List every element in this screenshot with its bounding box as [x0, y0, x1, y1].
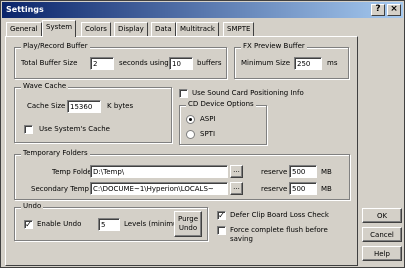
force-flush-checkbox[interactable]	[217, 226, 226, 235]
cache-size-input[interactable]: 15360	[67, 100, 101, 113]
purge-undo-label-line1: Purge	[177, 215, 199, 223]
aspi-label: ASPI	[200, 115, 216, 123]
buffers-label: buffers	[197, 59, 222, 67]
play-record-buffer-legend: Play/Record Buffer	[21, 42, 90, 50]
temp-folder-reserve-label: reserve	[261, 168, 288, 176]
minimum-size-label: Minimum Size	[241, 59, 291, 67]
tab-multitrack[interactable]: Multitrack	[176, 22, 219, 36]
enable-undo-checkbox[interactable]: ✓	[24, 220, 33, 229]
temp-folder-reserve-unit: MB	[321, 168, 332, 176]
use-system-cache-label: Use System's Cache	[39, 125, 110, 133]
tab-general[interactable]: General	[6, 22, 42, 36]
secondary-temp-label: Secondary Temp	[31, 185, 89, 193]
window-title: Settings	[6, 5, 44, 14]
tab-data[interactable]: Data	[151, 22, 176, 36]
temp-folder-reserve-input[interactable]: 500	[289, 165, 317, 178]
cd-device-options-group: CD Device Options ASPI SPTI	[179, 100, 267, 145]
spti-radio[interactable]	[186, 130, 195, 139]
play-record-buffer-group: Play/Record Buffer Total Buffer Size 2 s…	[14, 42, 227, 79]
settings-dialog: Settings ? × General System Colors Displ…	[0, 0, 405, 268]
minimum-size-input[interactable]: 250	[294, 57, 322, 70]
secondary-temp-browse-button[interactable]: ...	[230, 182, 243, 195]
ok-button[interactable]: OK	[362, 208, 402, 223]
wave-cache-group: Wave Cache Cache Size 15360 K bytes Use …	[14, 82, 172, 143]
total-buffer-size-label: Total Buffer Size	[21, 59, 78, 67]
force-flush-label-line2: saving	[230, 235, 253, 243]
undo-levels-input[interactable]: 5	[98, 218, 120, 231]
help-button[interactable]: Help	[362, 246, 402, 261]
undo-legend: Undo	[21, 202, 44, 210]
title-bar: Settings ? ×	[2, 2, 403, 18]
minimum-size-unit: ms	[327, 59, 338, 67]
cd-device-options-legend: CD Device Options	[186, 100, 256, 108]
tab-colors[interactable]: Colors	[81, 22, 111, 36]
help-title-button[interactable]: ?	[371, 4, 385, 16]
enable-undo-label: Enable Undo	[37, 220, 82, 228]
secondary-temp-input[interactable]: C:\DOCUME~1\Hyperion\LOCALS~	[90, 182, 228, 195]
undo-group: Undo ✓ Enable Undo 5 Levels (minimum) Pu…	[14, 202, 208, 241]
secondary-temp-reserve-input[interactable]: 500	[289, 182, 317, 195]
use-system-cache-checkbox[interactable]	[24, 125, 33, 134]
use-positioning-info-label: Use Sound Card Positioning Info	[192, 89, 304, 97]
secondary-temp-reserve-label: reserve	[261, 185, 288, 193]
temp-folder-label: Temp Folder	[52, 168, 95, 176]
close-button[interactable]: ×	[387, 4, 401, 16]
purge-undo-label-line2: Undo	[178, 224, 198, 232]
defer-clipboard-label: Defer Clip Board Loss Check	[230, 211, 329, 219]
purge-undo-button[interactable]: Purge Undo	[174, 211, 202, 237]
fx-preview-buffer-legend: FX Preview Buffer	[241, 42, 307, 50]
system-tab-panel: Play/Record Buffer Total Buffer Size 2 s…	[5, 36, 358, 266]
buffers-count-input[interactable]: 10	[169, 57, 193, 70]
cache-size-unit: K bytes	[107, 102, 134, 110]
temp-folder-browse-button[interactable]: ...	[230, 165, 243, 178]
temporary-folders-legend: Temporary Folders	[21, 149, 90, 157]
force-flush-label-line1: Force complete flush before	[230, 226, 328, 234]
tab-system[interactable]: System	[42, 20, 77, 37]
tab-display[interactable]: Display	[114, 22, 148, 36]
use-positioning-info-checkbox[interactable]	[179, 89, 188, 98]
defer-clipboard-checkbox[interactable]: ✓	[217, 211, 226, 220]
seconds-using-label: seconds using	[119, 59, 169, 67]
temp-folder-input[interactable]: D:\Temp\	[90, 165, 228, 178]
cache-size-label: Cache Size	[27, 102, 66, 110]
cancel-button[interactable]: Cancel	[362, 227, 402, 242]
total-buffer-size-input[interactable]: 2	[90, 57, 114, 70]
secondary-temp-reserve-unit: MB	[321, 185, 332, 193]
wave-cache-legend: Wave Cache	[21, 82, 69, 90]
fx-preview-buffer-group: FX Preview Buffer Minimum Size 250 ms	[234, 42, 349, 79]
spti-label: SPTI	[200, 130, 216, 138]
temporary-folders-group: Temporary Folders Temp Folder D:\Temp\ .…	[14, 149, 350, 200]
aspi-radio[interactable]	[186, 115, 195, 124]
tab-smpte[interactable]: SMPTE	[223, 22, 255, 36]
